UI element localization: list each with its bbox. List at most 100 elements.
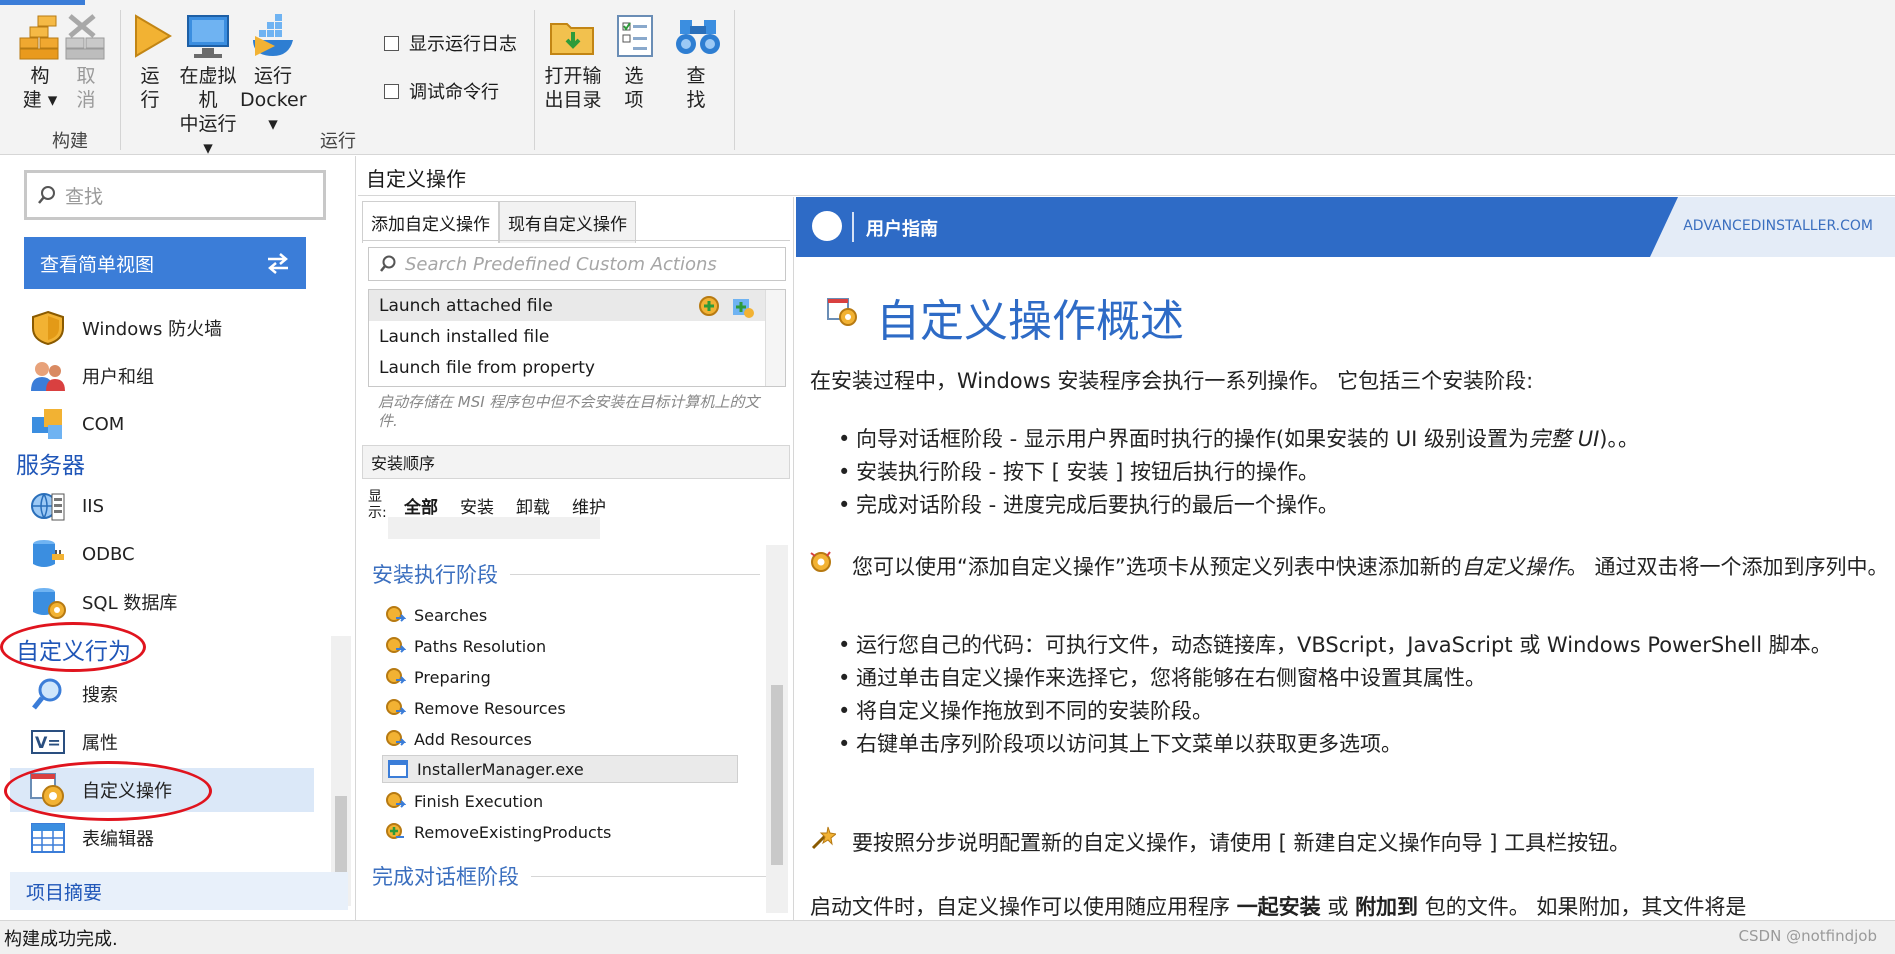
- run-label-2: 行: [140, 89, 160, 111]
- action-gear-icon: [386, 668, 406, 684]
- run-button[interactable]: 运 行: [130, 12, 172, 112]
- feature-list: 运行您自己的代码：可执行文件，动态链接库，VBScript，JavaScript…: [838, 629, 1883, 761]
- sequence-step[interactable]: Finish Execution: [384, 787, 543, 815]
- sidebar-item-com[interactable]: COM: [28, 402, 314, 446]
- add-with-sequence-icon[interactable]: [729, 293, 755, 319]
- panel-tabs: 添加自定义操作 现有自定义操作: [362, 201, 636, 243]
- sidebar-item-windows-firewall[interactable]: Windows 防火墙: [28, 306, 314, 350]
- sequence-step[interactable]: Searches: [384, 601, 487, 629]
- brand-link[interactable]: ADVANCEDINSTALLER.COM: [1683, 218, 1873, 234]
- sidebar-item-iis[interactable]: IIS: [28, 484, 314, 528]
- user-guide-header: 用户指南 ADVANCEDINSTALLER.COM: [796, 197, 1895, 257]
- sidebar-search-input[interactable]: 查找: [24, 170, 326, 220]
- iis-icon: [28, 486, 68, 526]
- cancel-label-2: 消: [76, 89, 96, 111]
- sidebar-item-label: Windows 防火墙: [82, 319, 223, 340]
- checkbox-box[interactable]: [384, 35, 399, 51]
- cancel-build-button[interactable]: 取 消: [64, 12, 108, 112]
- phase-finish-dialogs[interactable]: 完成对话框阶段: [372, 861, 781, 891]
- tab-add-custom-action[interactable]: 添加自定义操作: [362, 201, 499, 243]
- filter-install[interactable]: 安装: [460, 493, 494, 518]
- sidebar-item-table-editor[interactable]: 表编辑器: [28, 816, 314, 860]
- build-button[interactable]: 构 建 ▾: [12, 12, 68, 112]
- sidebar-item-label: 用户和组: [82, 367, 154, 388]
- simple-view-button[interactable]: 查看简单视图: [24, 237, 306, 289]
- sequence-step-selected[interactable]: InstallerManager.exe: [382, 755, 738, 783]
- tab-existing-custom-actions[interactable]: 现有自定义操作: [499, 201, 636, 243]
- sequence-step[interactable]: Add Resources: [384, 725, 532, 753]
- action-gear-icon: [386, 637, 406, 653]
- active-tab-indicator: [0, 0, 85, 5]
- list-item[interactable]: Launch file from property: [369, 352, 785, 383]
- list-item: 右键单击序列阶段项以访问其上下文菜单以获取更多选项。: [838, 728, 1883, 761]
- custom-actions-panel: 添加自定义操作 现有自定义操作 Search Predefined Custom…: [358, 197, 794, 920]
- sequence-scrollbar[interactable]: [766, 545, 788, 913]
- guide-heading: 自定义操作概述: [876, 296, 1184, 347]
- scrollbar-thumb[interactable]: [335, 796, 347, 876]
- debug-command-line-checkbox[interactable]: 调试命令行: [384, 78, 499, 104]
- run-in-vm-button[interactable]: 在虚拟机 中运行 ▾: [176, 12, 240, 160]
- sidebar-item-label: SQL 数据库: [82, 593, 178, 614]
- docker-icon: [253, 14, 293, 56]
- action-gear-add-icon: [386, 823, 404, 839]
- sidebar-item-label: 属性: [82, 733, 118, 754]
- filter-all[interactable]: 全部: [404, 493, 438, 518]
- phase-list: 向导对话框阶段 - 显示用户界面时执行的操作(如果安装的 UI 级别设置为完整 …: [838, 423, 1883, 522]
- group-separator: [534, 10, 535, 150]
- phase-install-execution[interactable]: 安装执行阶段: [372, 559, 760, 589]
- sequence-step[interactable]: Paths Resolution: [384, 632, 546, 660]
- project-summary-link[interactable]: 项目摘要: [10, 872, 348, 910]
- scrollbar-thumb[interactable]: [771, 685, 783, 865]
- find-label-1: 查: [686, 65, 706, 87]
- options-button[interactable]: 选 项: [612, 12, 656, 112]
- list-item[interactable]: Launch installed file: [369, 321, 785, 352]
- add-custom-action-icon[interactable]: [697, 293, 723, 319]
- filter-underline: [388, 517, 600, 539]
- predefined-actions-search-input[interactable]: Search Predefined Custom Actions: [368, 247, 786, 281]
- step-label: InstallerManager.exe: [417, 759, 584, 779]
- section-header-servers: 服务器: [16, 453, 85, 479]
- sidebar-item-properties[interactable]: V= 属性: [28, 720, 314, 764]
- sidebar-item-odbc[interactable]: ODBC: [28, 532, 314, 576]
- sequence-step[interactable]: Preparing: [384, 663, 491, 691]
- sequence-header-label: 安装顺序: [371, 454, 436, 473]
- sequence-step[interactable]: RemoveExistingProducts: [384, 818, 611, 846]
- sidebar-item-label: 搜索: [82, 685, 118, 706]
- filter-maintenance[interactable]: 维护: [572, 493, 606, 518]
- sidebar-item-label: ODBC: [82, 543, 135, 565]
- virtual-machine-icon: [187, 15, 229, 58]
- sidebar-item-search[interactable]: 搜索: [28, 672, 314, 716]
- debug-command-line-label: 调试命令行: [409, 82, 499, 103]
- show-run-log-checkbox[interactable]: 显示运行日志: [384, 30, 517, 56]
- divider: [510, 573, 760, 575]
- checkbox-box[interactable]: [384, 83, 399, 99]
- advanced-installer-logo-icon: [812, 211, 842, 241]
- left-sidebar: 查找 查看简单视图 Windows 防火墙 用户和组 COM 服务器 IIS O…: [0, 156, 356, 920]
- sequence-step[interactable]: Remove Resources: [384, 694, 566, 722]
- sidebar-item-sql-database[interactable]: SQL 数据库: [28, 580, 314, 624]
- sidebar-item-users-groups[interactable]: 用户和组: [28, 354, 314, 398]
- open-output-folder-button[interactable]: 打开输 出目录: [544, 12, 602, 112]
- step-label: Preparing: [414, 667, 491, 687]
- run-docker-button[interactable]: 运行 Docker ▾: [240, 12, 307, 136]
- find-button[interactable]: 查 找: [674, 12, 720, 112]
- play-icon: [135, 14, 172, 58]
- action-description: 启动存储在 MSI 程序包中但不会安装在目标计算机上的文件.: [378, 393, 760, 430]
- list-scrollbar[interactable]: [765, 290, 785, 386]
- build-label-1: 构: [30, 65, 50, 87]
- vm-label-1: 在虚拟机: [179, 65, 237, 111]
- search-icon: [38, 186, 55, 204]
- tip-wizard: 要按照分步说明配置新的自定义操作，请使用 [ 新建自定义操作向导 ] 工具栏按钮…: [852, 831, 1631, 855]
- sidebar-scrollbar[interactable]: [331, 636, 351, 906]
- group-separator: [734, 10, 735, 150]
- options-label-1: 选: [624, 65, 644, 87]
- list-item: 通过单击自定义操作来选择它，您将能够在右侧窗格中设置其属性。: [838, 662, 1883, 695]
- docker-label-2: Docker ▾: [240, 89, 307, 135]
- com-icon: [28, 404, 68, 444]
- open-folder-icon: [550, 23, 594, 55]
- executable-window-icon: [388, 760, 408, 778]
- custom-action-icon: [827, 298, 857, 326]
- filter-uninstall[interactable]: 卸载: [516, 493, 550, 518]
- run-group-label: 运行: [320, 131, 356, 152]
- step-label: Remove Resources: [414, 698, 566, 718]
